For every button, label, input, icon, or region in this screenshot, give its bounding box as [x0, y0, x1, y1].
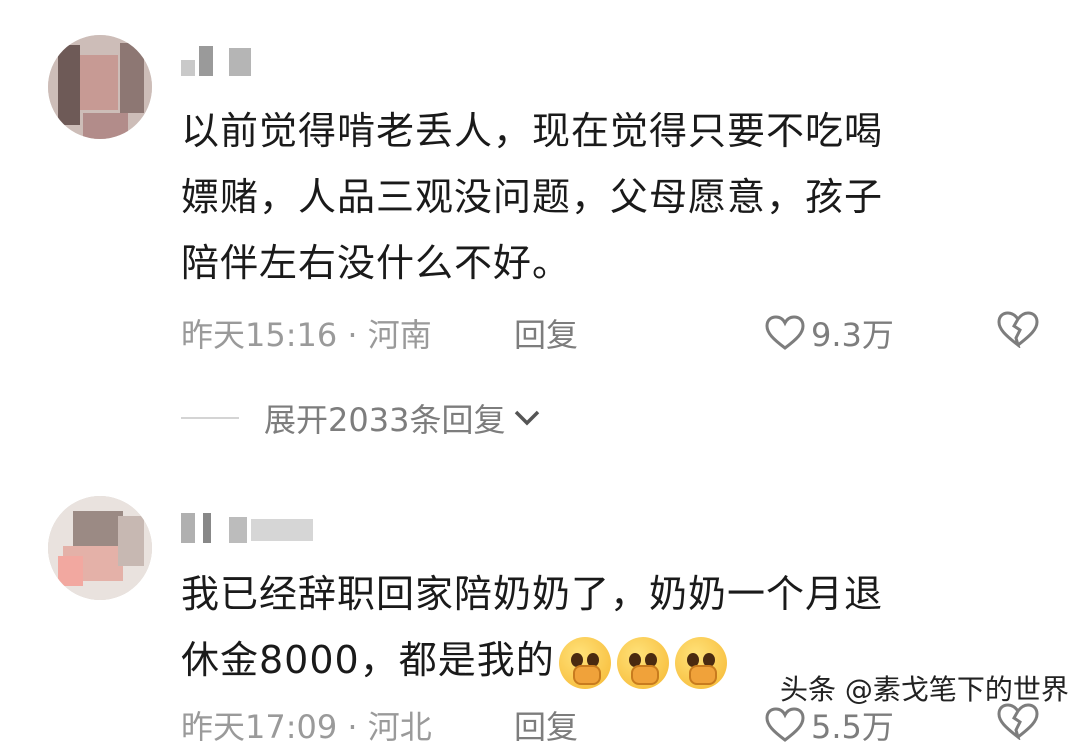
comment-line: 嫖赌，人品三观没问题，父母愿意，孩子 — [181, 175, 884, 219]
comment-meta: 昨天15:16 · 河南 回复 9.3万 — [181, 308, 1040, 358]
like-button[interactable]: 9.3万 — [765, 310, 894, 356]
avatar[interactable] — [48, 496, 152, 600]
timestamp-location: 昨天17:09 · 河北 — [181, 708, 432, 746]
pleading-hands-emoji-icon — [674, 636, 727, 689]
like-button[interactable]: 5.5万 — [765, 702, 894, 748]
username-blurred[interactable] — [181, 40, 271, 80]
emoji-group — [558, 636, 727, 689]
comment-line: 休金8000，都是我的 — [181, 638, 555, 682]
pleading-hands-emoji-icon — [616, 636, 669, 689]
timestamp-location: 昨天15:16 · 河南 — [181, 316, 432, 354]
pleading-hands-emoji-icon — [558, 636, 611, 689]
like-count: 9.3万 — [811, 316, 894, 354]
chevron-down-icon — [515, 410, 540, 426]
heart-icon — [765, 707, 805, 742]
dislike-button[interactable] — [996, 702, 1040, 748]
comment-line: 我已经辞职回家陪奶奶了，奶奶一个月退 — [181, 572, 884, 616]
comment-line: 以前觉得啃老丢人，现在觉得只要不吃喝 — [181, 109, 884, 153]
broken-heart-icon — [997, 311, 1039, 349]
comment-line: 陪伴左右没什么不好。 — [181, 241, 572, 285]
reply-button[interactable]: 回复 — [514, 702, 578, 748]
dislike-button[interactable] — [996, 310, 1040, 356]
like-count: 5.5万 — [811, 708, 894, 746]
reply-button[interactable]: 回复 — [514, 310, 578, 356]
expand-replies-label[interactable]: 展开2033条回复 — [264, 395, 505, 441]
expand-replies[interactable]: 展开2033条回复 — [181, 393, 543, 443]
comment-text: 以前觉得啃老丢人，现在觉得只要不吃喝 嫖赌，人品三观没问题，父母愿意，孩子 陪伴… — [181, 98, 1011, 296]
watermark: 头条 @素戈笔下的世界 — [780, 673, 1069, 706]
username-blurred[interactable] — [181, 505, 321, 545]
divider-line — [181, 417, 239, 419]
heart-icon — [765, 315, 805, 350]
avatar[interactable] — [48, 35, 152, 139]
